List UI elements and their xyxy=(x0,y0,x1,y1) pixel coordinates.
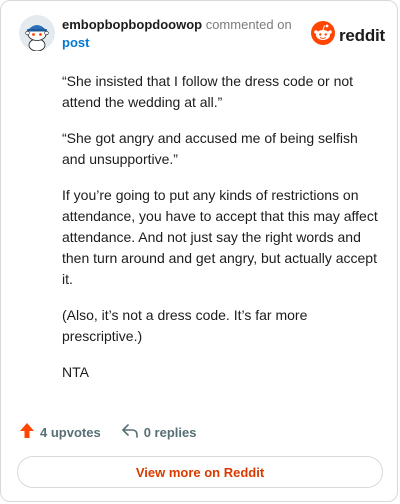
comment-paragraph: “She got angry and accused me of being s… xyxy=(62,130,358,167)
view-more-on-reddit-button[interactable]: View more on Reddit xyxy=(17,456,383,488)
comment-paragraph: “She insisted that I follow the dress co… xyxy=(62,73,354,110)
reddit-logo[interactable]: reddit xyxy=(311,21,385,50)
comment-paragraph: NTA xyxy=(62,364,89,380)
reddit-comment-embed: embopbopbopdoowop commented on post redd… xyxy=(0,0,398,502)
upvote-arrow-icon xyxy=(19,422,40,442)
comment-action-text: commented on xyxy=(205,17,292,32)
user-avatar[interactable] xyxy=(19,15,55,52)
post-link[interactable]: post xyxy=(62,35,89,50)
upvotes-stat[interactable]: 4 upvotes xyxy=(19,422,101,442)
comment-author[interactable]: embopbopbopdoowop xyxy=(62,17,202,32)
comment-stats: 4 upvotes 0 replies xyxy=(19,422,196,442)
replies-stat[interactable]: 0 replies xyxy=(121,423,197,442)
comment-paragraph: (Also, it’s not a dress code. It’s far m… xyxy=(62,307,308,344)
comment-body: “She insisted that I follow the dress co… xyxy=(62,71,382,398)
comment-header: embopbopbopdoowop commented on xyxy=(62,17,292,33)
replies-count: 0 replies xyxy=(143,424,197,440)
reddit-snoo-icon xyxy=(311,21,335,50)
upvotes-count: 4 upvotes xyxy=(40,424,101,440)
reddit-wordmark: reddit xyxy=(339,25,386,45)
comment-paragraph: If you’re going to put any kinds of rest… xyxy=(62,187,378,287)
reply-arrow-icon xyxy=(121,423,144,442)
